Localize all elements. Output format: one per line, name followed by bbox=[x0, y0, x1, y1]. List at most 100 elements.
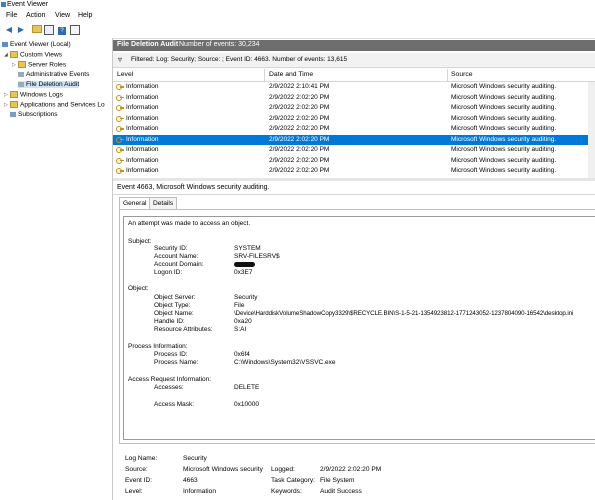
meta-label: Logged: bbox=[271, 466, 295, 473]
key-icon bbox=[116, 105, 124, 112]
row-date-time: 2/9/2022 2:02:20 PM bbox=[269, 114, 330, 122]
row-date-time: 2/9/2022 2:02:20 PM bbox=[269, 135, 330, 143]
key-icon bbox=[116, 115, 124, 122]
filter-view-icon bbox=[18, 81, 24, 87]
tree-apps-services[interactable]: ▷ Applications and Services Lo bbox=[4, 101, 105, 108]
menu-action[interactable]: Action bbox=[26, 12, 45, 19]
table-row[interactable]: Information 2/9/2022 2:02:20 PM Microsoft … bbox=[113, 145, 595, 155]
key-icon bbox=[116, 94, 124, 101]
column-level[interactable]: Level bbox=[117, 71, 133, 78]
toolbar: ◀ ▶ ? bbox=[0, 22, 595, 39]
back-icon[interactable]: ◀ bbox=[4, 25, 14, 35]
row-level-text: Information bbox=[126, 83, 159, 90]
row-source: Microsoft Windows security auditing. bbox=[451, 135, 557, 143]
event-metadata: Log Name: Security Source: Microsoft Win… bbox=[119, 452, 595, 500]
access-label: Accesses: bbox=[154, 384, 184, 391]
table-row[interactable]: Information 2/9/2022 2:02:20 PM Microsoft … bbox=[113, 103, 595, 113]
row-source: Microsoft Windows security auditing. bbox=[451, 104, 557, 111]
folder-icon bbox=[10, 101, 18, 108]
object-label: Resource Attributes: bbox=[154, 326, 213, 333]
subject-label: Account Name: bbox=[154, 253, 199, 260]
key-icon bbox=[116, 126, 124, 133]
table-row[interactable]: Information 2/9/2022 2:02:20 PM Microsoft … bbox=[113, 156, 595, 166]
process-value: C:\Windows\System32\VSSVC.exe bbox=[234, 359, 336, 366]
folder-icon bbox=[10, 51, 18, 58]
window-title: Event Viewer bbox=[7, 1, 49, 8]
row-date-time: 2/9/2022 2:02:20 PM bbox=[269, 146, 330, 153]
object-label: Object Server: bbox=[154, 294, 196, 301]
row-level-text: Information bbox=[126, 167, 159, 174]
table-row[interactable]: Information 2/9/2022 2:02:20 PM Microsoft … bbox=[113, 166, 595, 176]
tab-details[interactable]: Details bbox=[149, 197, 178, 209]
subject-value: 0x3E7 bbox=[234, 269, 253, 276]
column-headers: Level Date and Time Source bbox=[113, 69, 595, 82]
meta-label: Log Name: bbox=[125, 455, 158, 462]
help-icon[interactable]: ? bbox=[57, 25, 67, 35]
process-label: Process Name: bbox=[154, 359, 199, 366]
row-date-time: 2/9/2022 2:02:20 PM bbox=[269, 156, 330, 164]
menu-help[interactable]: Help bbox=[78, 12, 92, 19]
meta-event-id: 4663 bbox=[183, 477, 198, 484]
forward-icon[interactable]: ▶ bbox=[16, 25, 26, 35]
row-level: Information bbox=[116, 157, 159, 164]
menu-file[interactable]: File bbox=[6, 12, 17, 19]
row-level: Information bbox=[116, 115, 159, 122]
column-source[interactable]: Source bbox=[451, 71, 473, 78]
subject-label: Security ID: bbox=[154, 245, 188, 252]
table-row[interactable]: Information 2/9/2022 2:02:20 PM Microsoft … bbox=[113, 114, 595, 124]
tree-root[interactable]: Event Viewer (Local) bbox=[2, 41, 71, 48]
row-level: Information bbox=[116, 104, 159, 112]
tree-subscriptions[interactable]: Subscriptions bbox=[4, 111, 58, 118]
access-value: DELETE bbox=[234, 384, 260, 391]
key-icon bbox=[116, 136, 124, 143]
subject-label: Account Domain: bbox=[154, 261, 204, 268]
column-date-time[interactable]: Date and Time bbox=[269, 71, 313, 78]
event-detail-title: Event 4663, Microsoft Windows security a… bbox=[117, 184, 270, 191]
row-level: Information bbox=[116, 94, 159, 101]
table-row[interactable]: Information 2/9/2022 2:02:20 PM Microsoft … bbox=[113, 124, 595, 134]
table-row[interactable]: Information 2/9/2022 2:02:20 PM Microsoft … bbox=[113, 93, 595, 103]
tree-server-roles[interactable]: ▷ Server Roles bbox=[12, 61, 66, 68]
meta-source: Microsoft Windows security bbox=[183, 466, 263, 473]
tree-file-deletion-audit[interactable]: File Deletion Audit bbox=[18, 81, 80, 88]
navigation-tree: Event Viewer (Local) ◢ Custom Views ▷ Serv… bbox=[0, 38, 113, 500]
properties-icon[interactable] bbox=[70, 25, 80, 35]
key-icon bbox=[116, 147, 124, 154]
row-level: Information bbox=[116, 167, 159, 175]
table-row[interactable]: Information 2/9/2022 2:02:20 PM Microsoft … bbox=[113, 134, 595, 145]
object-value: S:AI bbox=[234, 326, 247, 333]
subject-label: Logon ID: bbox=[154, 269, 183, 276]
folder-up-icon[interactable] bbox=[32, 25, 42, 35]
subject-value: SRV-FILESRV$ bbox=[234, 253, 280, 260]
row-date-time: 2/9/2022 2:02:20 PM bbox=[269, 93, 330, 101]
view-header: File Deletion Audit Number of events: 30… bbox=[113, 40, 595, 51]
menu-view[interactable]: View bbox=[55, 12, 70, 19]
row-level-text: Information bbox=[126, 135, 159, 143]
show-hide-tree-icon[interactable] bbox=[44, 25, 54, 35]
event-viewer-icon bbox=[2, 41, 8, 47]
meta-log-name: Security bbox=[183, 455, 207, 462]
row-level: Information bbox=[116, 146, 159, 154]
row-level-text: Information bbox=[126, 125, 159, 132]
object-label: Object Type: bbox=[154, 302, 191, 309]
description-text: An attempt was made to access an object. bbox=[128, 220, 251, 227]
tree-admin-events[interactable]: Administrative Events bbox=[18, 71, 89, 78]
tree-windows-logs[interactable]: ▷ Windows Logs bbox=[4, 91, 63, 98]
object-value: 0xa20 bbox=[234, 318, 252, 325]
row-level-text: Information bbox=[126, 114, 159, 122]
row-date-time: 2/9/2022 2:02:20 PM bbox=[269, 125, 330, 132]
filter-view-icon bbox=[18, 71, 24, 77]
process-value: 0x6f4 bbox=[234, 351, 250, 358]
meta-level: Information bbox=[183, 488, 216, 495]
meta-label: Event ID: bbox=[125, 477, 153, 484]
filter-text: Filtered: Log: Security; Source: ; Event… bbox=[131, 56, 348, 63]
meta-label: Task Category: bbox=[271, 477, 315, 484]
tree-custom-views[interactable]: ◢ Custom Views bbox=[4, 51, 62, 58]
row-level: Information bbox=[116, 125, 159, 133]
event-list-scrollbar[interactable] bbox=[588, 82, 595, 178]
object-label: Object Name: bbox=[154, 310, 194, 317]
title-bar: Event Viewer bbox=[0, 0, 595, 10]
meta-keywords: Audit Success bbox=[320, 488, 362, 495]
folder-icon bbox=[10, 91, 18, 98]
table-row[interactable]: Information 2/9/2022 2:10:41 PM Microsoft … bbox=[113, 82, 595, 92]
